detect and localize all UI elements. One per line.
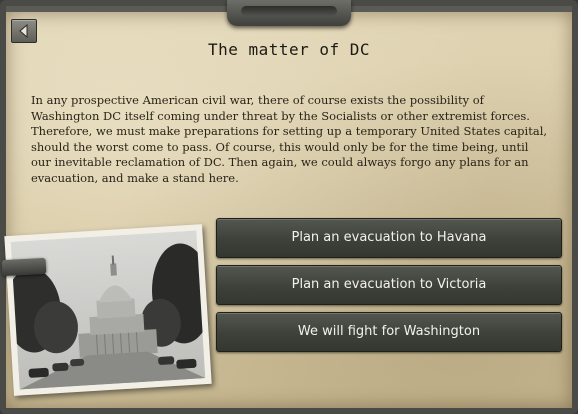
- event-description: In any prospective American civil war, t…: [31, 93, 548, 185]
- clip-bar: [241, 6, 337, 16]
- clipboard-clip: [227, 0, 351, 26]
- option-evacuate-havana-button[interactable]: Plan an evacuation to Havana: [216, 218, 562, 258]
- event-title: The matter of DC: [207, 40, 371, 59]
- option-fight-washington-button[interactable]: We will fight for Washington: [216, 312, 562, 352]
- photo-clip: [1, 257, 47, 277]
- event-picture: [4, 224, 212, 396]
- back-arrow-icon: [19, 24, 28, 38]
- capitol-photo: [10, 230, 206, 390]
- option-evacuate-victoria-button[interactable]: Plan an evacuation to Victoria: [216, 265, 562, 305]
